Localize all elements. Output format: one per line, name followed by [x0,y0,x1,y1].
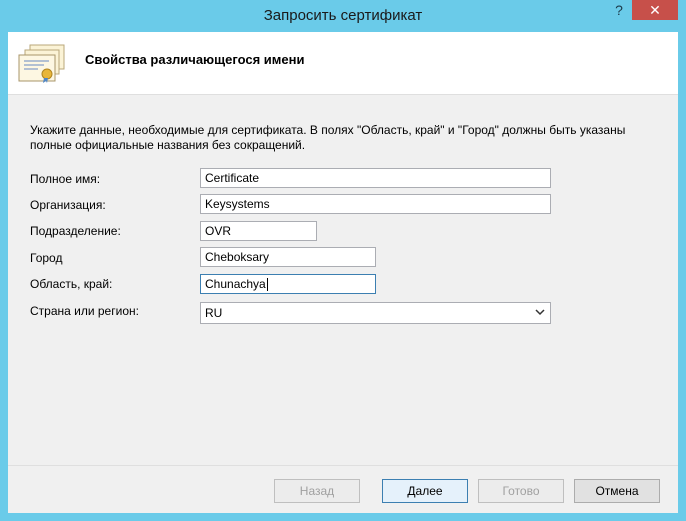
organization-input[interactable]: Keysystems [200,194,551,214]
cancel-button[interactable]: Отмена [574,479,660,503]
country-label: Страна или регион: [30,304,139,318]
full-name-label: Полное имя: [30,172,101,186]
chevron-down-icon [535,309,545,316]
back-button[interactable]: Назад [274,479,360,503]
city-label: Город [30,251,63,265]
department-label: Подразделение: [30,224,121,238]
header-title: Свойства различающегося имени [85,52,305,67]
organization-label: Организация: [30,198,106,212]
country-select[interactable]: RU [200,302,551,324]
title-bar[interactable]: Запросить сертификат ? ✕ [0,0,686,32]
text-caret [266,278,268,292]
instructions-text: Укажите данные, необходимые для сертифик… [30,123,626,152]
close-icon: ✕ [649,2,661,18]
dialog-window: Запросить сертификат ? ✕ Свойства различ… [0,0,686,521]
country-select-value: RU [205,306,223,320]
next-button[interactable]: Далее [382,479,468,503]
finish-button[interactable]: Готово [478,479,564,503]
window-title: Запросить сертификат [263,7,423,24]
certificate-icon [18,44,65,83]
region-label: Область, край: [30,277,113,291]
dialog-content: Свойства различающегося имени Укажите да… [8,32,678,513]
region-input-value: Chunachya [205,277,266,291]
wizard-header: Свойства различающегося имени [8,32,678,95]
region-input[interactable]: Chunachya [200,274,376,294]
footer-divider [8,465,678,466]
help-button[interactable]: ? [606,0,632,20]
close-button[interactable]: ✕ [632,0,678,20]
city-input[interactable]: Cheboksary [200,247,376,267]
full-name-input[interactable]: Certificate [200,168,551,188]
department-input[interactable]: OVR [200,221,317,241]
